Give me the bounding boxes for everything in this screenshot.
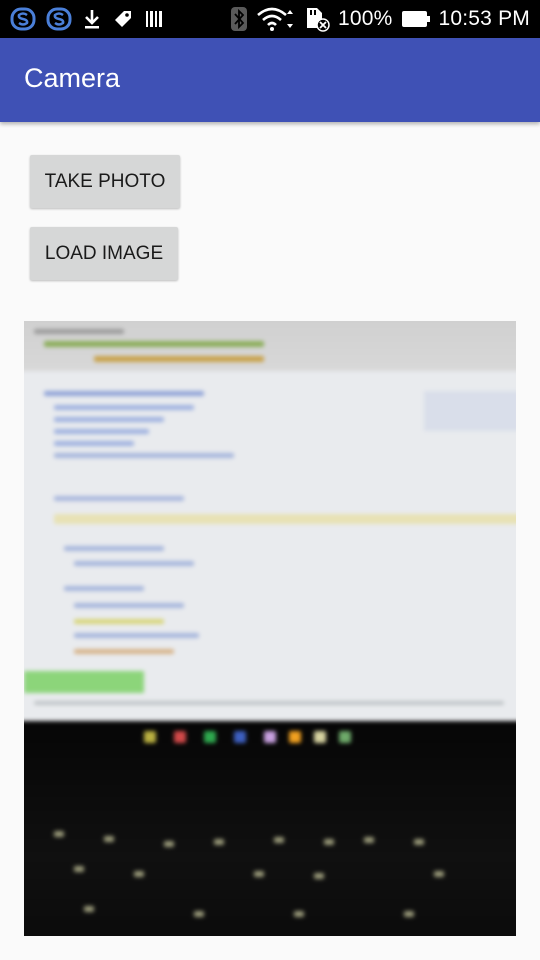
photo-laptop-keyboard: [24, 721, 516, 936]
s-app-icon: [46, 7, 72, 31]
s-app-icon: [10, 7, 36, 31]
bluetooth-icon: [230, 6, 248, 32]
load-image-button[interactable]: LOAD IMAGE: [30, 227, 178, 280]
app-title: Camera: [24, 63, 121, 93]
app-bar: Camera: [0, 38, 540, 122]
download-icon: [82, 8, 102, 30]
status-left: [10, 0, 164, 38]
wifi-icon: [256, 6, 296, 32]
photo-content: [24, 321, 516, 936]
status-bar: 100% 10:53 PM: [0, 0, 540, 38]
battery-icon: [401, 8, 431, 30]
photo-preview: [24, 321, 516, 936]
status-right: 100% 10:53 PM: [230, 0, 530, 38]
clock: 10:53 PM: [438, 7, 530, 30]
photo-screen-content: [24, 371, 516, 721]
battery-percent: 100%: [337, 7, 393, 30]
tag-icon: [112, 8, 134, 30]
sd-card-icon: [304, 6, 330, 32]
take-photo-button[interactable]: TAKE PHOTO: [30, 155, 180, 208]
barcode-icon: [144, 8, 164, 30]
photo-screen-toolbar: [24, 321, 516, 371]
